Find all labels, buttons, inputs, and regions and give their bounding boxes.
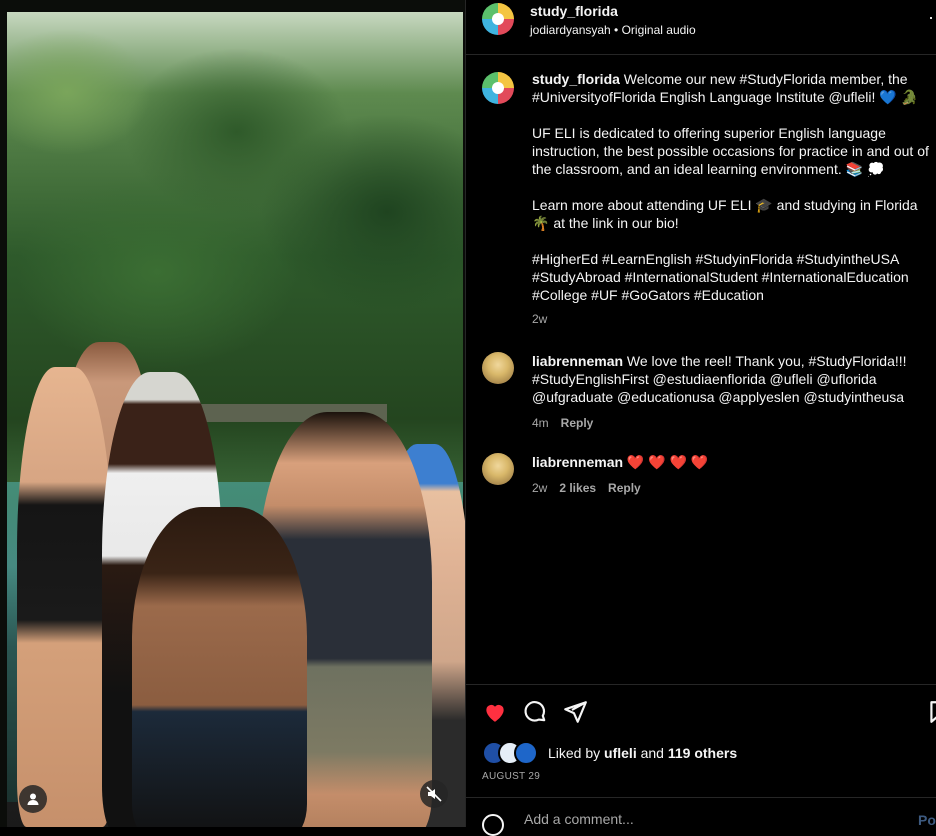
avatar[interactable] xyxy=(482,352,514,384)
caption-username[interactable]: study_florida xyxy=(532,71,620,87)
caption-hashtags: #HigherEd #LearnEnglish #StudyinFlorida … xyxy=(532,251,909,303)
post-author-username[interactable]: study_florida xyxy=(530,3,618,19)
reply-button[interactable]: Reply xyxy=(608,479,641,497)
comment-text: ❤️ ❤️ ❤️ ❤️ xyxy=(626,454,709,470)
comment-body: liabrenneman We love the reel! Thank you… xyxy=(532,352,932,432)
comment-meta: 4m Reply xyxy=(532,414,932,432)
caption-paragraph: Learn more about attending UF ELI 🎓 and … xyxy=(532,197,918,231)
caption-body: study_florida Welcome our new #StudyFlor… xyxy=(532,70,936,328)
liker-avatars[interactable] xyxy=(482,741,538,765)
liked-by-others[interactable]: 119 others xyxy=(668,745,737,761)
comment-meta: 2w 2 likes Reply xyxy=(532,479,932,497)
reply-button[interactable]: Reply xyxy=(561,414,594,432)
heart-icon[interactable] xyxy=(482,699,508,725)
comment-body: liabrenneman ❤️ ❤️ ❤️ ❤️ 2w 2 likes Repl… xyxy=(532,453,932,497)
person-figure xyxy=(17,367,112,827)
caption-paragraph: study_florida Welcome our new #StudyFlor… xyxy=(532,70,936,106)
muted-speaker-icon xyxy=(426,786,442,802)
reel-media[interactable] xyxy=(0,0,465,827)
comment-time: 2w xyxy=(532,481,548,495)
caption-paragraph: UF ELI is dedicated to offering superior… xyxy=(532,125,929,177)
post-audio-subtitle[interactable]: jodiardyansyah • Original audio xyxy=(530,23,696,37)
emoji-icon[interactable] xyxy=(482,814,504,836)
avatar[interactable] xyxy=(482,453,514,485)
comment-input[interactable] xyxy=(522,810,906,828)
comment-likes[interactable]: 2 likes xyxy=(559,479,596,497)
bookmark-icon[interactable] xyxy=(926,699,936,725)
caption-time: 2w xyxy=(532,312,548,326)
share-icon[interactable] xyxy=(562,699,588,725)
person-figure xyxy=(132,507,307,827)
liked-by-prefix: Liked by xyxy=(548,745,601,761)
action-bar: Liked by ufleli and 119 others AUGUST 29… xyxy=(466,684,936,836)
post-side-panel: study_florida jodiardyansyah • Original … xyxy=(465,0,936,836)
liked-by-line: Liked by ufleli and 119 others xyxy=(482,741,737,765)
more-horizontal-icon[interactable]: ⋯ xyxy=(928,8,936,29)
comment-username[interactable]: liabrenneman xyxy=(532,353,623,369)
post-header: study_florida jodiardyansyah • Original … xyxy=(466,0,936,55)
liked-by-and: and xyxy=(640,745,664,761)
add-comment-bar: Post xyxy=(466,797,936,836)
liked-by-user[interactable]: ufleli xyxy=(604,745,637,761)
person-icon xyxy=(27,793,39,805)
avatar[interactable] xyxy=(482,3,514,35)
comment-time: 4m xyxy=(532,416,549,430)
reel-photo xyxy=(7,12,465,827)
avatar xyxy=(514,741,538,765)
comment-username[interactable]: liabrenneman xyxy=(532,454,623,470)
avatar[interactable] xyxy=(482,72,514,104)
post-date: AUGUST 29 xyxy=(482,771,541,782)
comment-icon[interactable] xyxy=(522,699,548,725)
tagged-users-button[interactable] xyxy=(19,785,47,813)
post-button[interactable]: Post xyxy=(918,812,936,828)
mute-button[interactable] xyxy=(420,780,448,808)
